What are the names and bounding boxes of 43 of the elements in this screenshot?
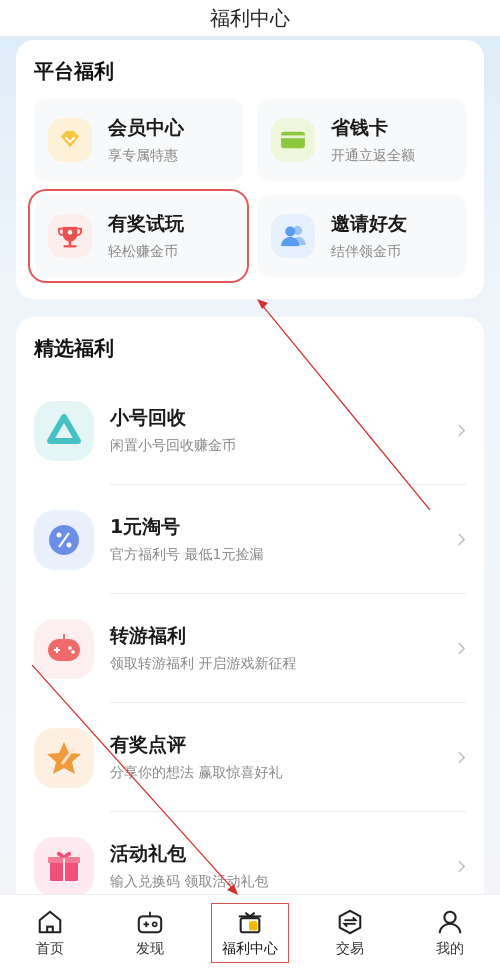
- item-subtitle: 领取转游福利 开启游戏新征程: [110, 655, 296, 673]
- benefit-subtitle: 开通立返全额: [331, 147, 415, 165]
- percent-badge-icon[interactable]: [34, 510, 94, 570]
- item-title[interactable]: 1元淘号: [110, 514, 180, 540]
- benefit-card[interactable]: 会员中心 享专属特惠: [34, 99, 243, 181]
- nav-tab[interactable]: 首页: [12, 904, 88, 962]
- home-icon: [36, 908, 64, 936]
- benefit-title: 有奖试玩: [108, 212, 184, 237]
- benefit-title: 邀请好友: [331, 212, 407, 237]
- nav-tab[interactable]: 发现: [112, 904, 188, 962]
- item-subtitle: 闲置小号回收赚金币: [110, 437, 236, 455]
- trophy-icon: [48, 214, 92, 258]
- chevron-right-icon[interactable]: [457, 532, 466, 546]
- benefit-subtitle: 享专属特惠: [108, 147, 178, 165]
- benefit-card[interactable]: 省钱卡 开通立返全额: [257, 99, 466, 181]
- benefit-card[interactable]: 有奖试玩 轻松赚金币: [34, 195, 243, 277]
- card-icon: [271, 118, 315, 162]
- item-title[interactable]: 活动礼包: [110, 841, 186, 867]
- section-title: 平台福利: [34, 58, 114, 85]
- exchange-icon: [336, 908, 364, 936]
- page-title: 福利中心: [210, 4, 290, 32]
- people-icon: [271, 214, 315, 258]
- nav-tab[interactable]: 我的: [412, 904, 488, 962]
- benefit-card[interactable]: 邀请好友 结伴领金币: [257, 195, 466, 277]
- chevron-right-icon[interactable]: [457, 640, 466, 656]
- star-pencil-icon[interactable]: [34, 728, 94, 788]
- gamepad-icon[interactable]: [34, 618, 94, 678]
- nav-tab[interactable]: 福利中心: [212, 904, 288, 962]
- item-title[interactable]: 有奖点评: [110, 732, 186, 758]
- chevron-right-icon[interactable]: [457, 750, 466, 764]
- benefit-title: 省钱卡: [331, 116, 388, 141]
- user-icon: [436, 908, 464, 936]
- item-title[interactable]: 小号回收: [110, 405, 186, 431]
- benefit-subtitle: 结伴领金币: [331, 243, 401, 261]
- chevron-right-icon[interactable]: [457, 422, 466, 438]
- benefit-title: 会员中心: [108, 116, 184, 141]
- benefit-subtitle: 轻松赚金币: [108, 243, 178, 261]
- item-title[interactable]: 转游福利: [110, 623, 186, 649]
- section-title: 精选福利: [34, 335, 114, 362]
- nav-tab[interactable]: 交易: [312, 904, 388, 962]
- gift-icon[interactable]: [34, 836, 94, 894]
- item-subtitle: 官方福利号 最低1元捡漏: [110, 546, 264, 564]
- chevron-right-icon[interactable]: [457, 858, 466, 874]
